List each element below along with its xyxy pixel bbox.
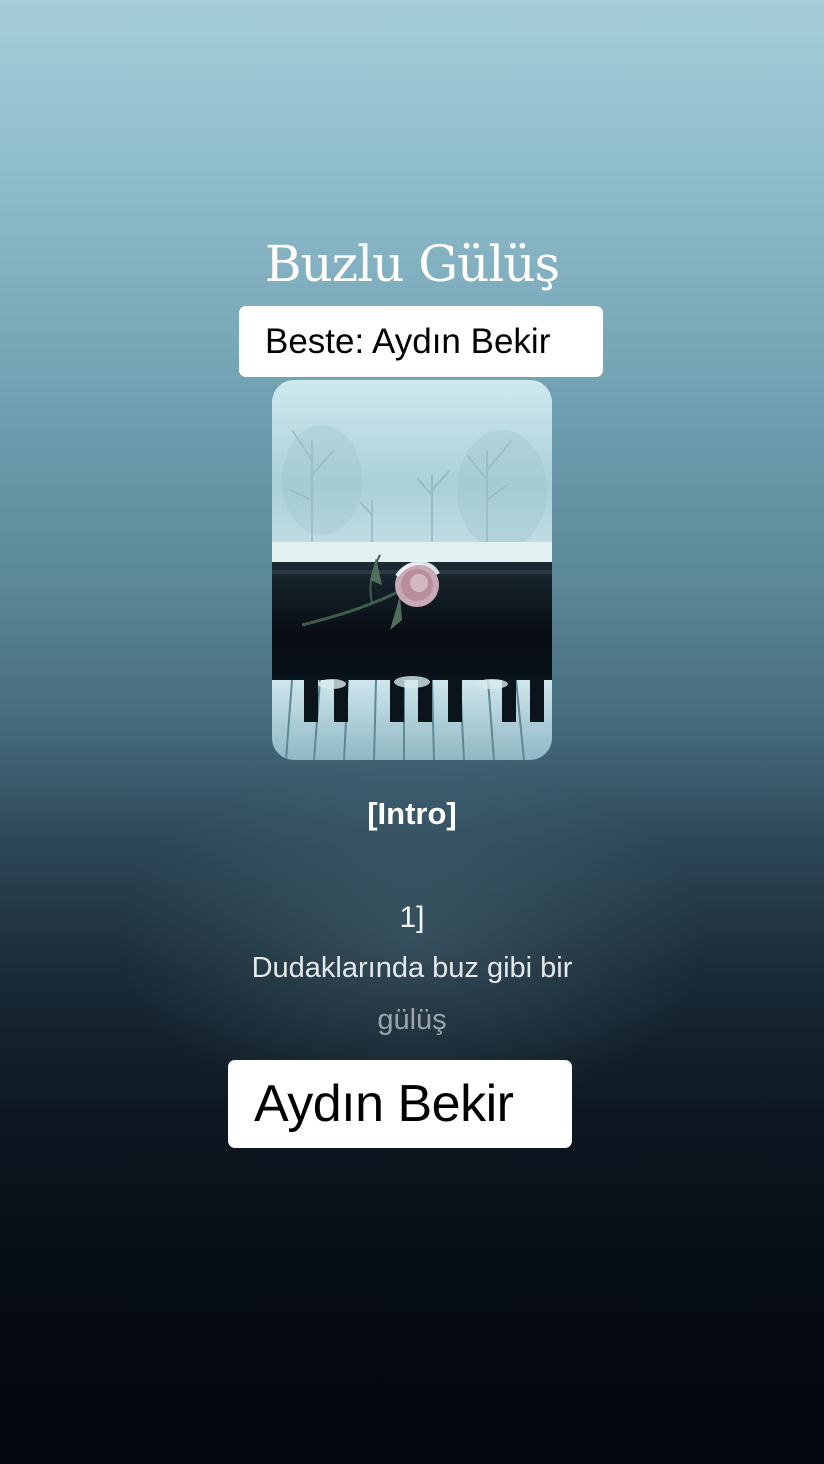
lyric-line-next: gülüş: [377, 1004, 447, 1036]
lyric-line-current: Dudaklarında buz gibi bir: [251, 952, 573, 984]
artist-label-box: Aydın Bekir: [228, 1060, 572, 1148]
album-cover-image: [272, 380, 552, 760]
composer-label: Beste: Aydın Bekir: [265, 321, 551, 361]
verse-marker: 1]: [399, 901, 425, 934]
composer-label-box: Beste: Aydın Bekir: [239, 306, 603, 377]
lyrics-section-label: [Intro]: [367, 796, 457, 831]
artist-name: Aydın Bekir: [254, 1075, 514, 1133]
song-title: Buzlu Gülüş: [264, 235, 560, 293]
